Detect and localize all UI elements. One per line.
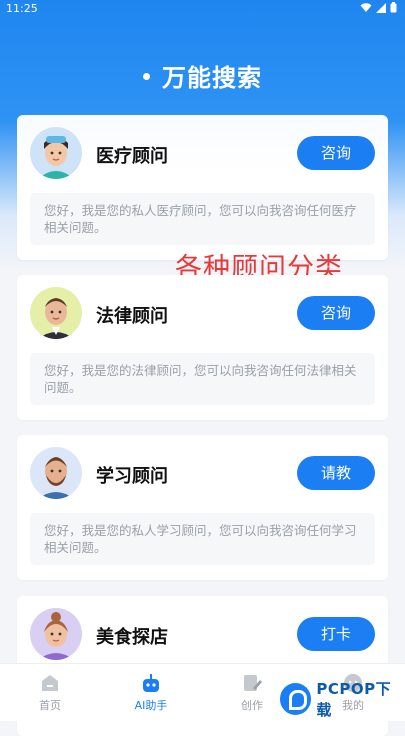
title-dot — [143, 72, 150, 80]
consult-button[interactable]: 咨询 — [297, 136, 375, 170]
wifi-icon — [360, 2, 372, 12]
status-bar: 11:25 — [0, 0, 405, 18]
advisor-card-study[interactable]: 学习顾问 请教 您好，我是您的私人学习顾问，您可以向我咨询任何学习相关问题。 — [17, 435, 388, 580]
advisor-name: 医疗顾问 — [96, 146, 168, 167]
page-title: 万能搜索 — [0, 58, 405, 93]
status-icons — [360, 2, 397, 13]
advisor-name: 美食探店 — [96, 627, 168, 648]
advisor-name: 法律顾问 — [96, 306, 168, 327]
checkin-button[interactable]: 打卡 — [297, 617, 375, 651]
tab-create[interactable]: 创作 — [222, 672, 282, 713]
advisor-card-medical[interactable]: 医疗顾问 咨询 您好，我是您的私人医疗顾问，您可以向我咨询任何医疗相关问题。 — [17, 115, 388, 260]
avatar — [30, 608, 82, 660]
tab-ai-assistant[interactable]: AI助手 — [121, 672, 181, 713]
advisor-description: 您好，我是您的法律顾问，您可以向我咨询任何法律相关问题。 — [30, 353, 375, 405]
home-icon — [42, 675, 58, 691]
tab-label: 首页 — [39, 699, 61, 712]
advisor-description: 您好，我是您的私人学习顾问，您可以向我咨询任何学习相关问题。 — [30, 513, 375, 565]
avatar — [30, 287, 82, 339]
advisor-description: 您好，我是您的私人医疗顾问，您可以向我咨询任何医疗相关问题。 — [30, 193, 375, 245]
robot-icon — [143, 674, 159, 692]
tab-home[interactable]: 首页 — [20, 672, 80, 713]
watermark-logo-icon — [280, 683, 312, 715]
tab-label: 创作 — [241, 699, 263, 712]
advisor-name: 学习顾问 — [96, 466, 168, 487]
battery-icon — [390, 2, 397, 13]
edit-icon — [244, 675, 262, 691]
status-time: 11:25 — [6, 2, 38, 15]
advisor-card-legal[interactable]: 法律顾问 咨询 您好，我是您的法律顾问，您可以向我咨询任何法律相关问题。 — [17, 275, 388, 420]
signal-icon — [376, 2, 386, 13]
watermark-text: PCPOP下载 — [316, 680, 392, 719]
tab-label: AI助手 — [134, 699, 168, 712]
consult-button[interactable]: 咨询 — [297, 296, 375, 330]
ask-button[interactable]: 请教 — [297, 456, 375, 490]
avatar — [30, 127, 82, 179]
avatar — [30, 447, 82, 499]
watermark: PCPOP下载 — [280, 680, 405, 719]
